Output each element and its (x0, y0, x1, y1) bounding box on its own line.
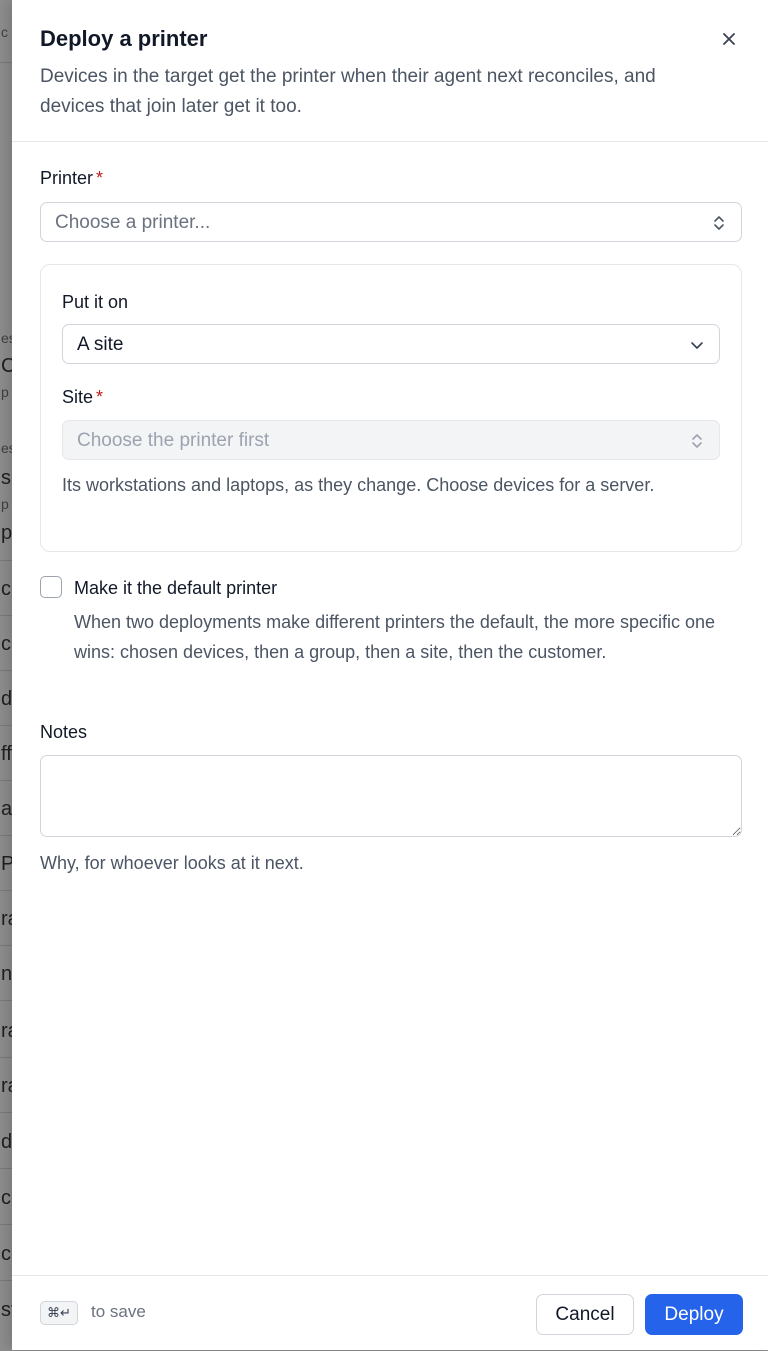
dialog-title: Deploy a printer (40, 26, 208, 51)
background-fragment: c (1, 578, 11, 600)
target-type-select[interactable]: A site (62, 324, 720, 364)
background-fragment: c (1, 1243, 11, 1265)
background-fragment: d (1, 688, 13, 710)
site-label-text: Site (62, 387, 94, 407)
notes-textarea[interactable] (40, 755, 742, 837)
background-fragment: s (1, 467, 11, 489)
site-select-placeholder: Choose the printer first (77, 430, 270, 451)
notes-label: Notes (40, 722, 88, 742)
required-mark: * (96, 387, 104, 407)
shortcut-hint: to save (91, 1302, 146, 1321)
background-fragment: d (1, 1131, 13, 1153)
printer-select-placeholder: Choose a printer... (55, 212, 211, 233)
background-fragment: ff (1, 743, 12, 765)
cancel-button[interactable]: Cancel (536, 1294, 634, 1335)
deploy-printer-dialog: Deploy a printer Devices in the target g… (12, 0, 768, 1350)
printer-select[interactable]: Choose a printer... (40, 202, 742, 242)
default-printer-label[interactable]: Make it the default printer (74, 578, 277, 599)
printer-label-text: Printer (40, 168, 94, 188)
chevron-up-down-icon (692, 434, 702, 448)
required-mark: * (96, 168, 104, 188)
keyboard-shortcut-badge: ⌘↵ (40, 1301, 78, 1325)
background-fragment: c (1, 633, 11, 655)
chevron-down-icon (691, 342, 703, 349)
close-button[interactable] (716, 26, 742, 52)
default-printer-checkbox[interactable] (40, 576, 62, 598)
dialog-footer: ⌘↵ to save Cancel Deploy (12, 1275, 768, 1351)
default-printer-hint: When two deployments make different prin… (74, 612, 716, 662)
dialog-header: Deploy a printer Devices in the target g… (12, 0, 768, 142)
background-fragment: p (1, 496, 9, 512)
close-icon (723, 33, 735, 45)
target-card: Put it on A site Site * Choose the printe… (40, 264, 742, 552)
target-hint: Its workstations and laptops, as they ch… (62, 475, 655, 495)
target-type-value: A site (77, 334, 124, 355)
notes-hint: Why, for whoever looks at it next. (40, 853, 304, 873)
dialog-description: Devices in the target get the printer wh… (40, 66, 656, 117)
chevron-up-down-icon (714, 216, 724, 230)
site-label: Site * (62, 387, 103, 408)
background-fragment: c (1, 1187, 11, 1209)
deploy-button[interactable]: Deploy (645, 1294, 743, 1335)
background-fragment: n (1, 963, 13, 985)
printer-label: Printer * (40, 168, 103, 189)
background-fragment: p (1, 384, 9, 400)
site-select[interactable]: Choose the printer first (62, 420, 720, 460)
background-fragment: p (1, 522, 13, 544)
background-fragment: c (1, 24, 8, 40)
put-it-on-label: Put it on (62, 292, 129, 312)
background-fragment: a (1, 798, 13, 820)
